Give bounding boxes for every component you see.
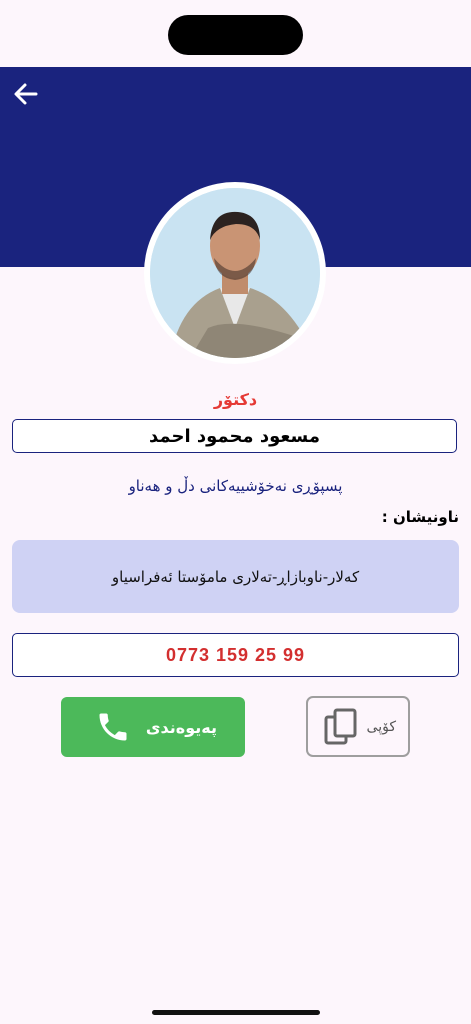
device-notch [168,15,303,55]
address-label: ناونیشان : [381,508,459,526]
avatar-frame [144,182,326,364]
phone-number: 0773 159 25 99 [165,644,306,665]
contact-button[interactable]: پەیوەندی [61,697,245,757]
copy-icon [324,708,357,744]
doctor-name: مسعود محمود احمد [149,425,320,447]
copy-button-label: کۆپی [366,718,396,735]
back-button[interactable] [10,78,42,110]
doctor-photo [150,188,320,358]
address-value: کەلار-ناوبازاڕ-تەلاری مامۆستا ئەفراسیاو [111,567,360,586]
phone-icon [99,713,127,741]
address-box: کەلار-ناوبازاڕ-تەلاری مامۆستا ئەفراسیاو [12,540,459,613]
contact-button-label: پەیوەندی [145,717,217,737]
doctor-name-field: مسعود محمود احمد [12,419,457,453]
doctor-title: دکتۆر [213,390,258,409]
avatar [150,188,320,358]
phone-number-field[interactable]: 0773 159 25 99 [12,633,459,677]
home-indicator [152,1010,320,1015]
copy-button[interactable]: کۆپی [306,696,410,757]
doctor-specialty: پسپۆڕی نەخۆشییەکانی دڵ و هەناو [128,477,343,495]
back-arrow-icon [14,83,38,105]
